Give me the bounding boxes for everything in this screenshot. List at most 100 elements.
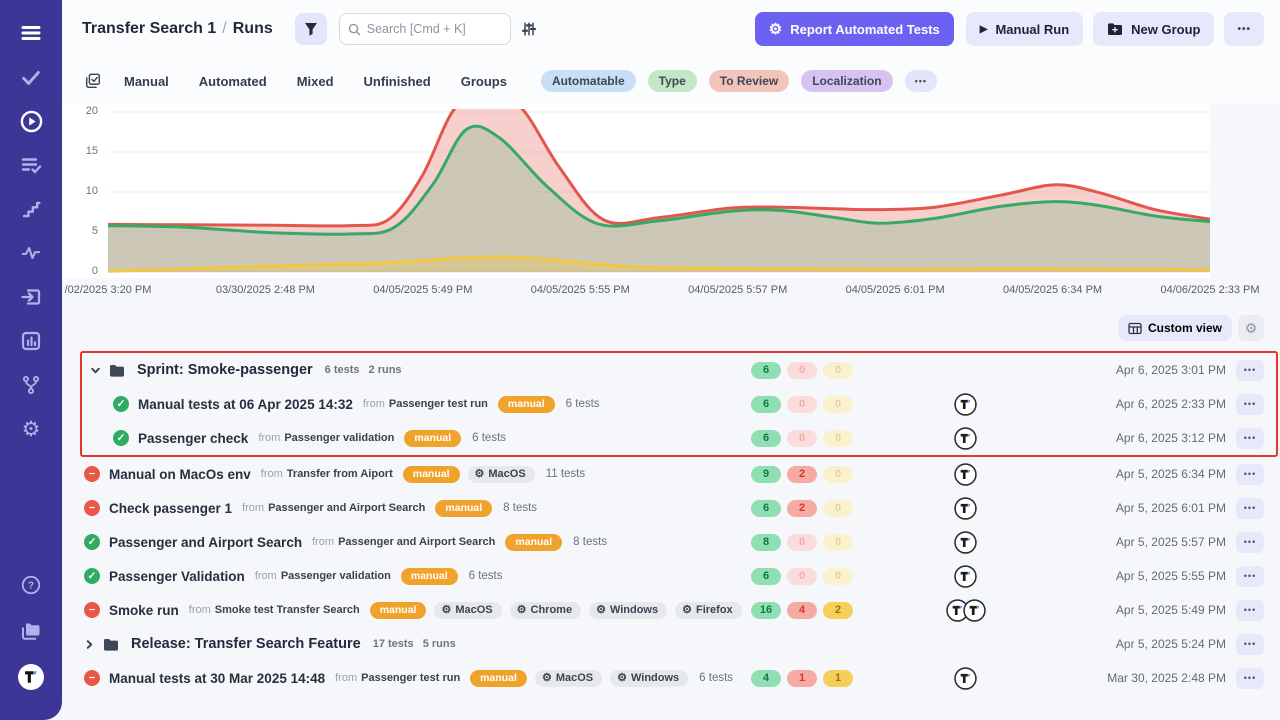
run-title[interactable]: Smoke run [109, 603, 179, 618]
run-title[interactable]: Passenger and Airport Search [109, 535, 302, 550]
gear-icon: ⚙ [542, 673, 552, 684]
branch-icon[interactable] [11, 366, 51, 404]
row-more-button[interactable]: ••• [1236, 532, 1264, 553]
chevron-right-icon[interactable] [84, 639, 95, 650]
library-icon[interactable] [11, 612, 51, 650]
row-more-button[interactable]: ••• [1236, 394, 1264, 415]
row-more-button[interactable]: ••• [1236, 634, 1264, 655]
tab-groups[interactable]: Groups [461, 74, 507, 89]
group-title[interactable]: Sprint: Smoke-passenger [137, 362, 313, 378]
tests-count: 11 tests [546, 468, 585, 480]
run-date: Apr 5, 2025 5:49 PM [1068, 603, 1226, 617]
search-box[interactable] [339, 13, 511, 45]
chart-plot-area [108, 109, 1210, 275]
row-main: ✓Passenger checkfromPassenger validation… [113, 430, 751, 447]
from-label: from [261, 468, 283, 480]
menu-icon[interactable] [11, 14, 51, 52]
view-settings-gear-icon[interactable]: ⚙ [1238, 315, 1264, 341]
skipped-count-badge: 1 [823, 670, 853, 687]
report-button-label: Report Automated Tests [790, 22, 940, 37]
x-tick-label: 04/06/2025 2:33 PM [1145, 284, 1275, 296]
checks-icon[interactable] [11, 58, 51, 96]
skipped-count-badge: 0 [823, 466, 853, 483]
row-more-button[interactable]: ••• [1236, 600, 1264, 621]
steps-icon[interactable] [11, 190, 51, 228]
x-tick-label: 03/30/2025 2:48 PM [200, 284, 330, 296]
chevron-down-icon[interactable] [90, 365, 101, 376]
env-chip-macos: ⚙MacOS [468, 466, 535, 483]
run-source: Passenger validation [284, 432, 394, 444]
filter-pill-localization[interactable]: Localization [801, 70, 892, 92]
runs-icon[interactable] [11, 102, 51, 140]
run-title[interactable]: Passenger Validation [109, 569, 245, 584]
run-date: Apr 5, 2025 5:57 PM [1068, 535, 1226, 549]
row-more-button[interactable]: ••• [1236, 464, 1264, 485]
filter-pill-to-review[interactable]: To Review [709, 70, 789, 92]
run-title[interactable]: Check passenger 1 [109, 501, 232, 516]
filter-button[interactable] [295, 13, 327, 45]
search-icon [348, 23, 361, 36]
manual-run-button[interactable]: ▶Manual Run [966, 12, 1083, 46]
breadcrumb: Transfer Search 1/Runs [82, 20, 273, 38]
row-more-button[interactable]: ••• [1236, 428, 1264, 449]
filter-pill-type[interactable]: Type [648, 70, 697, 92]
passed-count-badge: 9 [751, 466, 781, 483]
failed-count-badge: 0 [787, 568, 817, 585]
tab-unfinished[interactable]: Unfinished [364, 74, 431, 89]
new-group-button[interactable]: New Group [1093, 12, 1214, 46]
run-row[interactable]: ✓Passenger and Airport SearchfromPasseng… [62, 525, 1280, 559]
manual-badge: manual [498, 396, 555, 413]
analytics-icon[interactable] [11, 322, 51, 360]
search-input[interactable] [367, 22, 502, 36]
more-pills-button[interactable]: ••• [905, 70, 937, 92]
env-chip-macos: ⚙MacOS [535, 670, 602, 687]
row-more-button[interactable]: ••• [1236, 498, 1264, 519]
run-row[interactable]: −Smoke runfromSmoke test Transfer Search… [62, 593, 1280, 627]
group-title[interactable]: Release: Transfer Search Feature [131, 636, 361, 652]
run-title[interactable]: Manual on MacOs env [109, 467, 251, 482]
manual-badge: manual [401, 568, 458, 585]
header-more-button[interactable]: ••• [1224, 12, 1264, 46]
pulse-icon[interactable] [11, 234, 51, 272]
result-badges: 620 [751, 500, 863, 517]
select-all-icon[interactable] [84, 72, 102, 90]
settings-icon[interactable]: ⚙ [11, 410, 51, 448]
filter-pill-automatable[interactable]: Automatable [541, 70, 636, 92]
run-title[interactable]: Manual tests at 30 Mar 2025 14:48 [109, 671, 325, 686]
main-panel: Transfer Search 1/Runs ⚙Report Automated… [62, 0, 1280, 720]
tab-manual[interactable]: Manual [124, 74, 169, 89]
run-title[interactable]: Manual tests at 06 Apr 2025 14:32 [138, 397, 353, 412]
breadcrumb-project[interactable]: Transfer Search 1 [82, 20, 216, 37]
result-badges: 1642 [751, 602, 863, 619]
row-more-button[interactable]: ••• [1236, 668, 1264, 689]
run-title[interactable]: Passenger check [138, 431, 248, 446]
run-row[interactable]: ✓Manual tests at 06 Apr 2025 14:32fromPa… [82, 387, 1276, 421]
run-row[interactable]: −Manual tests at 30 Mar 2025 14:48fromPa… [62, 661, 1280, 695]
from-label: from [312, 536, 334, 548]
run-date: Mar 30, 2025 2:48 PM [1068, 671, 1226, 685]
run-row[interactable]: −Check passenger 1fromPassenger and Airp… [62, 491, 1280, 525]
group-row[interactable]: Release: Transfer Search Feature17 tests… [62, 627, 1280, 661]
run-row[interactable]: ✓Passenger ValidationfromPassenger valid… [62, 559, 1280, 593]
list-check-icon[interactable] [11, 146, 51, 184]
row-more-button[interactable]: ••• [1236, 566, 1264, 587]
group-row[interactable]: Sprint: Smoke-passenger6 tests2 runs600A… [82, 353, 1276, 387]
custom-view-button[interactable]: Custom view [1118, 315, 1232, 341]
logo-icon[interactable] [11, 658, 51, 696]
breadcrumb-page: Runs [233, 20, 273, 37]
row-more-button[interactable]: ••• [1236, 360, 1264, 381]
tab-automated[interactable]: Automated [199, 74, 267, 89]
result-badges: 920 [751, 466, 863, 483]
manual-run-label: Manual Run [995, 22, 1069, 37]
help-icon[interactable]: ? [11, 566, 51, 604]
adjustments-button[interactable] [521, 21, 537, 37]
run-row[interactable]: ✓Passenger checkfromPassenger validation… [82, 421, 1276, 455]
gear-icon: ⚙ [596, 605, 606, 616]
run-row[interactable]: −Manual on MacOs envfromTransfer from Ai… [62, 457, 1280, 491]
page-header: Transfer Search 1/Runs ⚙Report Automated… [62, 0, 1280, 58]
status-failed-minus-icon: − [84, 602, 100, 618]
tab-mixed[interactable]: Mixed [297, 74, 334, 89]
report-automated-tests-button[interactable]: ⚙Report Automated Tests [755, 12, 954, 46]
y-tick-label: 10 [74, 185, 98, 197]
import-icon[interactable] [11, 278, 51, 316]
